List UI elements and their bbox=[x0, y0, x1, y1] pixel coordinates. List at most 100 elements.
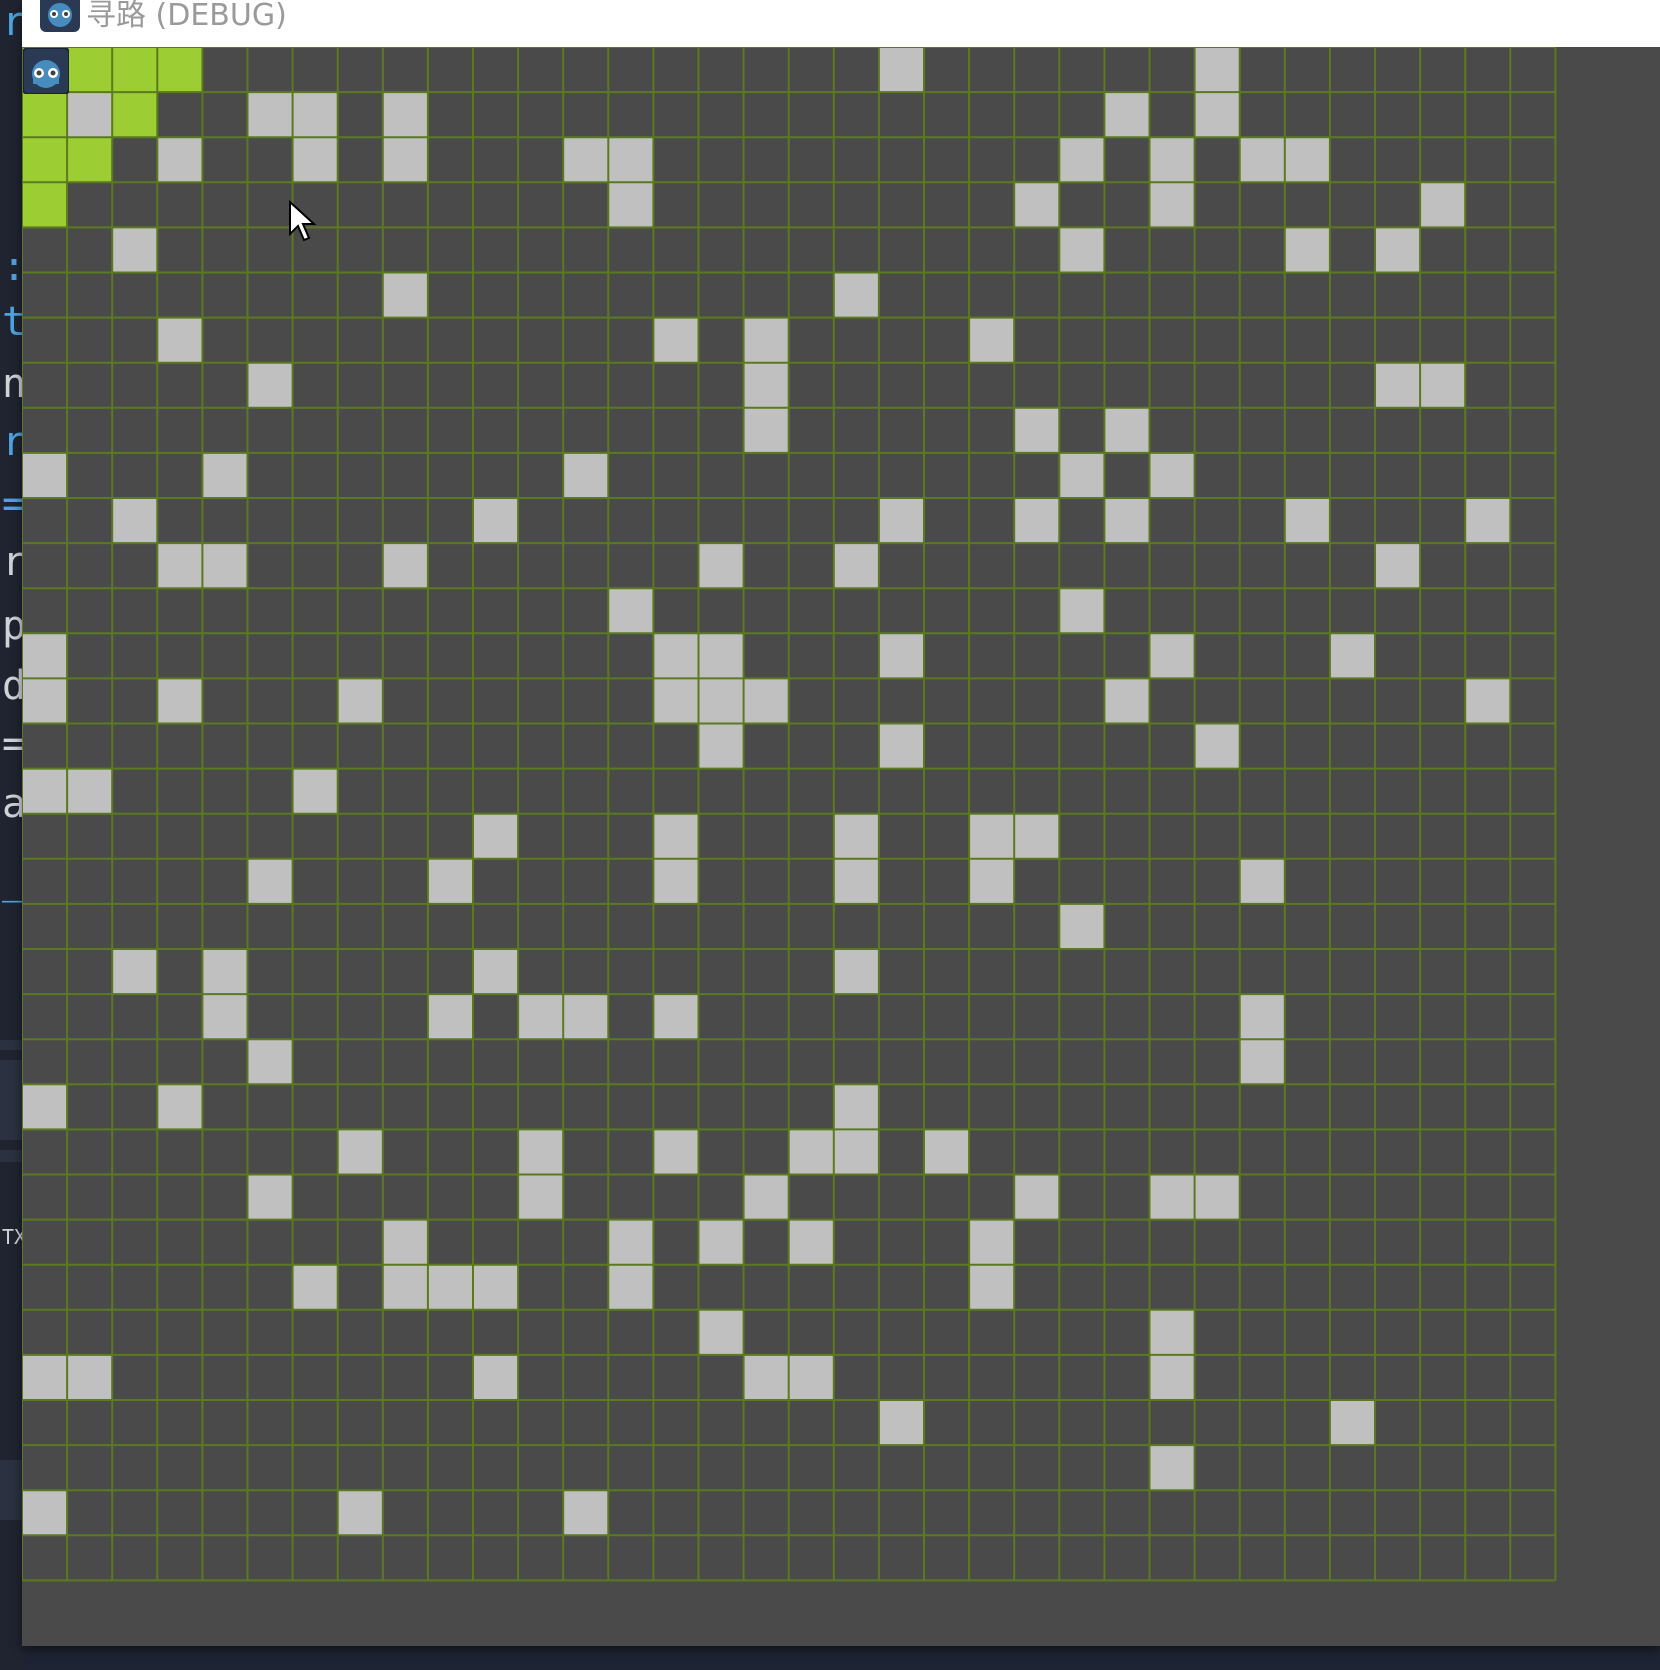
wall-cell bbox=[653, 1129, 699, 1175]
wall-cell bbox=[67, 92, 113, 138]
wall-cell bbox=[1059, 452, 1105, 498]
background-code-editor: r: t n r = r p d = a _ TX bbox=[0, 0, 24, 1670]
wall-cell bbox=[1239, 994, 1285, 1040]
wall-cell bbox=[1149, 137, 1195, 183]
editor-code-fragment: n bbox=[2, 361, 24, 407]
wall-cell bbox=[1149, 452, 1195, 498]
wall-cell bbox=[743, 678, 789, 724]
wall-cell bbox=[608, 182, 654, 228]
wall-cell bbox=[22, 452, 68, 498]
wall-cell bbox=[653, 813, 699, 859]
wall-cell bbox=[563, 137, 609, 183]
wall-cell bbox=[157, 1084, 203, 1130]
highlight-cell bbox=[22, 182, 68, 228]
wall-cell bbox=[22, 1354, 68, 1400]
highlight-cell bbox=[112, 47, 158, 93]
wall-cell bbox=[878, 47, 924, 93]
wall-cell bbox=[22, 1490, 68, 1536]
wall-cell bbox=[969, 1219, 1015, 1265]
wall-cell bbox=[202, 543, 248, 589]
wall-cell bbox=[247, 1039, 293, 1085]
wall-cell bbox=[22, 768, 68, 814]
wall-cell bbox=[743, 407, 789, 453]
editor-code-fragment: a bbox=[2, 781, 24, 827]
wall-cell bbox=[1149, 633, 1195, 679]
wall-cell bbox=[1014, 813, 1060, 859]
wall-cell bbox=[1194, 723, 1240, 769]
wall-cell bbox=[563, 1490, 609, 1536]
wall-cell bbox=[292, 92, 338, 138]
editor-code-fragment: t bbox=[2, 299, 24, 345]
wall-cell bbox=[653, 633, 699, 679]
highlight-cell bbox=[22, 137, 68, 183]
wall-cell bbox=[427, 1264, 473, 1310]
wall-cell bbox=[653, 317, 699, 363]
godot-icon bbox=[23, 48, 69, 94]
wall-cell bbox=[1284, 498, 1330, 544]
wall-cell bbox=[1194, 1174, 1240, 1220]
wall-cell bbox=[969, 813, 1015, 859]
editor-code-fragment: = bbox=[2, 721, 24, 767]
wall-cell bbox=[1375, 227, 1421, 273]
window-title: 寻路 (DEBUG) bbox=[86, 0, 287, 33]
wall-cell bbox=[743, 1354, 789, 1400]
wall-cell bbox=[382, 137, 428, 183]
wall-cell bbox=[247, 858, 293, 904]
wall-cell bbox=[382, 272, 428, 318]
highlight-cell bbox=[67, 137, 113, 183]
wall-cell bbox=[608, 137, 654, 183]
window-titlebar[interactable]: 寻路 (DEBUG) bbox=[22, 0, 1660, 47]
wall-cell bbox=[157, 317, 203, 363]
wall-cell bbox=[563, 994, 609, 1040]
editor-code-fragment: p bbox=[2, 603, 24, 649]
wall-cell bbox=[427, 994, 473, 1040]
pathfinding-grid[interactable] bbox=[22, 47, 1660, 1646]
wall-cell bbox=[1284, 137, 1330, 183]
wall-cell bbox=[518, 1174, 564, 1220]
wall-cell bbox=[202, 452, 248, 498]
editor-code-fragment: r bbox=[2, 419, 24, 465]
wall-cell bbox=[202, 994, 248, 1040]
wall-cell bbox=[833, 858, 879, 904]
editor-code-fragment: : bbox=[2, 244, 24, 290]
editor-code-fragment: d bbox=[2, 663, 24, 709]
wall-cell bbox=[1239, 137, 1285, 183]
wall-cell bbox=[1149, 1354, 1195, 1400]
wall-cell bbox=[924, 1129, 970, 1175]
wall-cell bbox=[1104, 678, 1150, 724]
wall-cell bbox=[518, 1129, 564, 1175]
game-viewport[interactable] bbox=[22, 47, 1660, 1646]
wall-cell bbox=[833, 813, 879, 859]
wall-cell bbox=[247, 362, 293, 408]
wall-cell bbox=[157, 137, 203, 183]
wall-cell bbox=[1465, 678, 1511, 724]
wall-cell bbox=[22, 678, 68, 724]
wall-cell bbox=[833, 1084, 879, 1130]
wall-cell bbox=[427, 858, 473, 904]
wall-cell bbox=[653, 678, 699, 724]
wall-cell bbox=[1284, 227, 1330, 273]
mouse-cursor-icon bbox=[289, 200, 317, 242]
editor-panel-fragment bbox=[0, 1040, 24, 1050]
wall-cell bbox=[22, 1084, 68, 1130]
wall-cell bbox=[473, 1354, 519, 1400]
wall-cell bbox=[112, 949, 158, 995]
wall-cell bbox=[337, 1490, 383, 1536]
wall-cell bbox=[698, 543, 744, 589]
wall-cell bbox=[788, 1219, 834, 1265]
wall-cell bbox=[247, 1174, 293, 1220]
wall-cell bbox=[743, 362, 789, 408]
editor-code-fragment: = bbox=[2, 481, 24, 527]
wall-cell bbox=[157, 543, 203, 589]
wall-cell bbox=[1149, 1174, 1195, 1220]
wall-cell bbox=[1465, 498, 1511, 544]
wall-cell bbox=[1194, 92, 1240, 138]
wall-cell bbox=[969, 1264, 1015, 1310]
highlight-cell bbox=[112, 92, 158, 138]
wall-cell bbox=[1104, 92, 1150, 138]
wall-cell bbox=[292, 768, 338, 814]
wall-cell bbox=[1104, 498, 1150, 544]
wall-cell bbox=[112, 498, 158, 544]
wall-cell bbox=[1194, 47, 1240, 93]
wall-cell bbox=[1329, 633, 1375, 679]
